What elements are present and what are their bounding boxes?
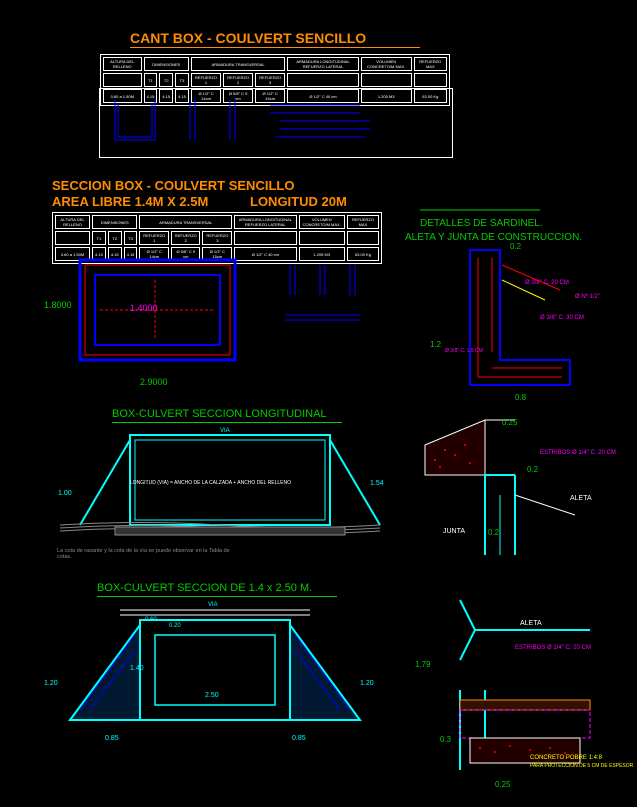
longitudinal-section <box>60 425 380 555</box>
cota-note: La cota de rasante y la cota de la vía s… <box>57 548 237 560</box>
dim-d08: 0.8 <box>515 393 526 402</box>
dim-w14: 1.4000 <box>130 303 158 313</box>
junta-label: JUNTA <box>443 528 465 535</box>
label-via-1: VIA <box>220 428 230 434</box>
dim-179: 1.79 <box>415 660 431 669</box>
label-via-2: VIA <box>208 602 218 608</box>
dim-100: 1.00 <box>58 490 72 497</box>
dim-d025-bot: 0.25 <box>495 780 511 789</box>
dim-d025-top: 0.25 <box>502 418 518 427</box>
section-1425-drawing <box>40 600 380 750</box>
box-section-drawing <box>70 250 270 380</box>
rebar-label-2: Ø Nº 1/2" <box>575 294 600 300</box>
aleta-label-2: ALETA <box>520 620 542 627</box>
dim-w29: 2.9000 <box>140 377 168 387</box>
dim-250: 2.50 <box>205 692 219 699</box>
dim-d12: 1.2 <box>430 340 441 349</box>
estribos-label: ESTRIBOS Ø 1/4" C. 20 CM <box>540 450 616 456</box>
underline-1425 <box>97 596 337 597</box>
dim-d02-r: 0.2 <box>527 465 538 474</box>
dim-154: 1.54 <box>370 480 384 487</box>
title-seccion-1425: BOX-CULVERT SECCION DE 1.4 x 2.50 M. <box>97 582 312 594</box>
title-longitud: LONGITUD 20M <box>250 194 347 209</box>
dim-120-r: 1.20 <box>360 680 374 687</box>
dim-03: 0.3 <box>440 735 451 744</box>
title-cant-box: CANT BOX - COULVERT SENCILLO <box>130 30 366 46</box>
dim-085-r: 0.85 <box>292 735 306 742</box>
title-longitudinal: BOX-CULVERT SECCION LONGITUDINAL <box>112 408 327 420</box>
concreto-label: CONCRETO POBRE 1:4:8 <box>530 755 602 761</box>
dim-d02-top: 0.2 <box>510 242 521 251</box>
dim-120-l: 1.20 <box>44 680 58 687</box>
underline-1 <box>130 47 420 48</box>
proteccion-label: PARA PROTECCION DE 5 CM DE ESPESOR <box>530 763 633 769</box>
dim-020: 0.20 <box>169 623 181 629</box>
aleta-label: ALETA <box>570 495 592 502</box>
diagram-frame-1 <box>99 88 453 158</box>
title-area: AREA LIBRE 1.4M X 2.5M <box>52 194 208 209</box>
rebar-label-4: Ø 3/8" C. 1.5 CM <box>445 348 483 354</box>
rebar-label-1: Ø 3/8" C. 20 CM <box>525 280 569 286</box>
dim-h18: 1.8000 <box>44 300 72 310</box>
rebar-schematic <box>280 260 370 370</box>
estribos-label-2: ESTRIBOS Ø 1/4" C. 20 CM <box>515 645 591 651</box>
sardinel-detail <box>420 210 610 400</box>
dim-085-l: 0.85 <box>105 735 119 742</box>
dim-060: 0.60 <box>145 617 157 623</box>
rebar-label-3: Ø 3/8" C. 30 CM <box>540 315 584 321</box>
longitud-note: LONGITUD (VIA) = ANCHO DE LA CALZADA + A… <box>130 480 291 486</box>
underline-long <box>112 422 342 423</box>
aleta-junta-detail <box>415 415 615 565</box>
title-section: SECCION BOX - COULVERT SENCILLO <box>52 178 294 193</box>
dim-d02-b: 0.2 <box>488 528 499 537</box>
dim-140: 1.40 <box>130 665 144 672</box>
